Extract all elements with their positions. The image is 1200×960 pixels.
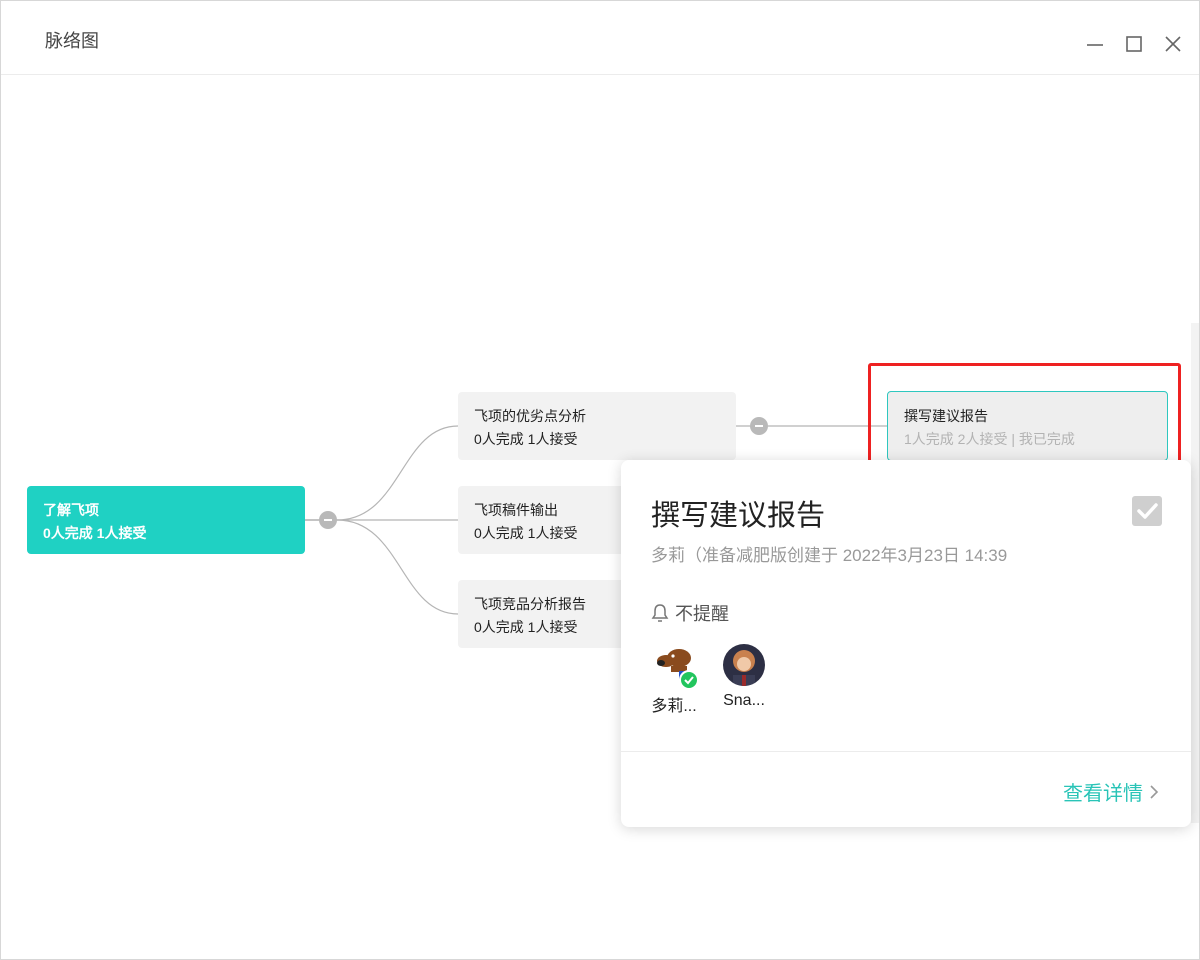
popup-divider — [621, 751, 1191, 752]
dog-avatar-icon — [653, 644, 699, 690]
minimize-icon[interactable] — [1085, 33, 1105, 53]
maximize-icon[interactable] — [1124, 33, 1144, 53]
member-item[interactable]: 多莉... — [642, 644, 706, 716]
view-details-link[interactable]: 查看详情 — [1063, 777, 1159, 806]
mindmap-window: 脉络图 了解飞项 0人完成 1人接受 飞项的优劣点分析 0人完成 1人接受 飞项… — [0, 0, 1200, 960]
complete-checkbox[interactable] — [1132, 496, 1162, 526]
node-stats: 0人完成 1人接受 — [43, 525, 147, 541]
remind-label: 不提醒 — [675, 604, 729, 624]
scrollbar[interactable] — [1191, 323, 1199, 823]
close-icon[interactable] — [1163, 33, 1183, 53]
member-name: Sna... — [723, 692, 765, 709]
collapse-child1-button[interactable] — [750, 417, 768, 435]
member-name: 多莉... — [651, 698, 697, 715]
popup-title: 撰写建议报告 — [651, 500, 826, 532]
bell-icon — [651, 603, 669, 628]
collapse-root-button[interactable] — [319, 511, 337, 529]
node-title: 了解飞项 — [43, 502, 99, 518]
node-stats: 0人完成 1人接受 — [474, 431, 578, 447]
node-title: 飞项的优劣点分析 — [474, 408, 586, 424]
chevron-right-icon — [1149, 783, 1159, 806]
remind-setting[interactable]: 不提醒 — [651, 600, 729, 628]
window-title: 脉络图 — [45, 31, 99, 51]
connector-root-child1 — [305, 425, 459, 521]
completed-check-icon — [679, 670, 699, 690]
view-details-label: 查看详情 — [1063, 783, 1143, 805]
title-bar: 脉络图 — [1, 1, 1199, 75]
mindmap-node-root[interactable]: 了解飞项 0人完成 1人接受 — [27, 486, 305, 554]
popup-creator-info: 多莉（准备减肥版创建于 2022年3月23日 14:39 — [651, 546, 1008, 565]
member-item[interactable]: Sna... — [712, 644, 776, 710]
connector-root-child3 — [305, 519, 459, 615]
task-detail-popup: 撰写建议报告 多莉（准备减肥版创建于 2022年3月23日 14:39 不提醒 … — [621, 460, 1191, 827]
mindmap-node-child1[interactable]: 飞项的优劣点分析 0人完成 1人接受 — [458, 392, 736, 460]
person-avatar-icon — [723, 644, 765, 686]
